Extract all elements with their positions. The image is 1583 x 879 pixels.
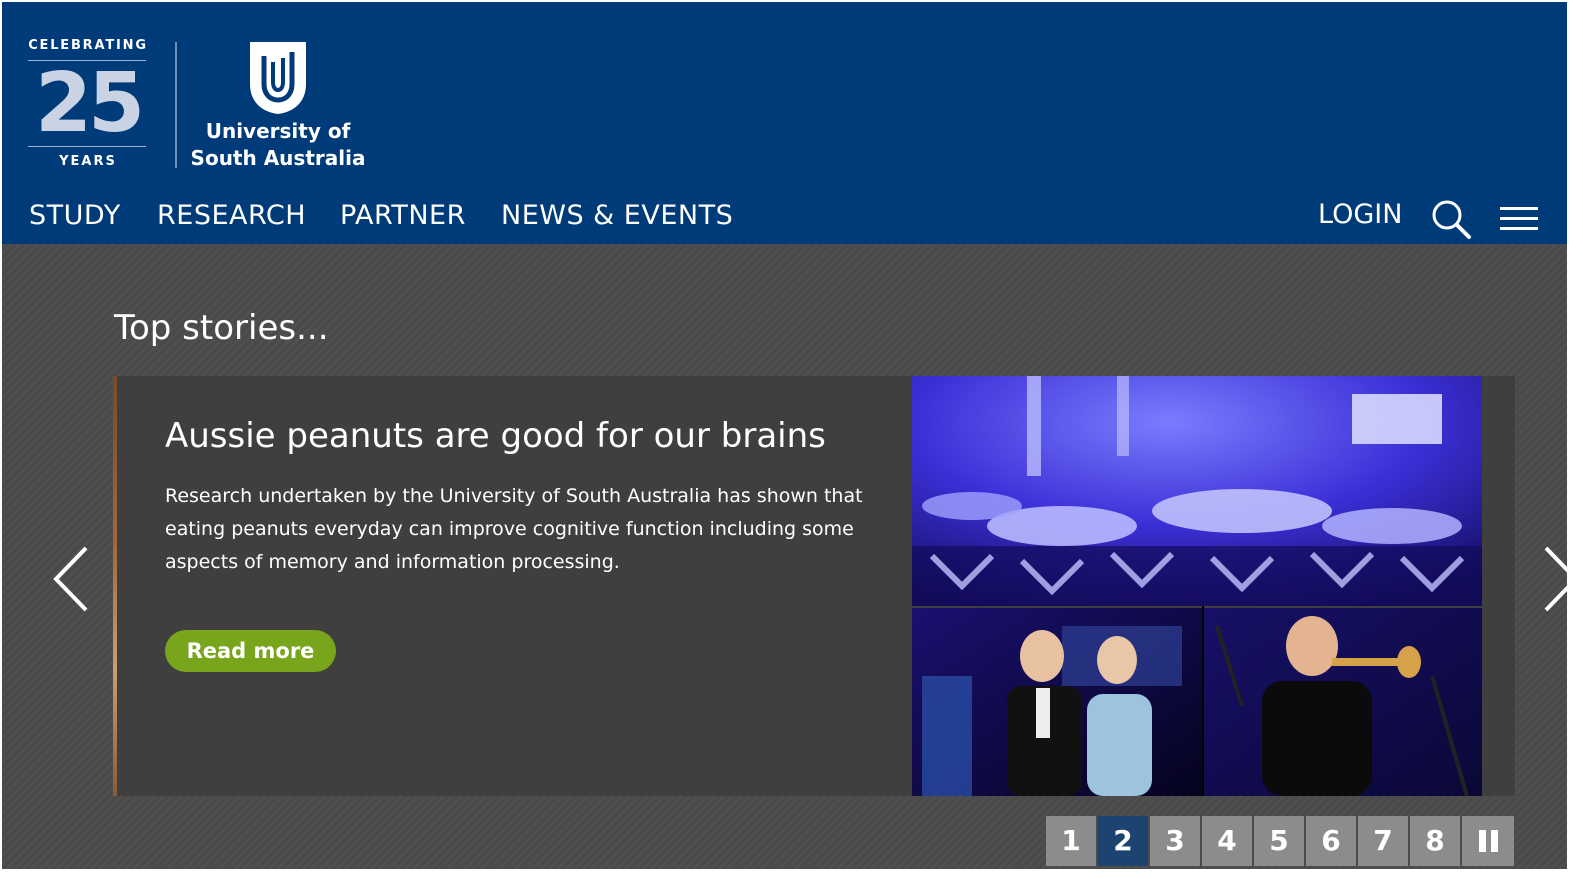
logo-divider (175, 42, 177, 168)
section-title: Top stories... (114, 308, 329, 348)
nav-news-events[interactable]: NEWS & EVENTS (501, 200, 733, 231)
site-header: CELEBRATING 25 YEARS University of South… (2, 2, 1567, 244)
top-stories-section: Top stories... Aussie peanuts are good f… (2, 244, 1567, 869)
pause-button[interactable] (1462, 816, 1514, 866)
anniversary-bottom-text: YEARS (59, 154, 117, 169)
page-button-5[interactable]: 5 (1254, 816, 1304, 866)
story-slide: Aussie peanuts are good for our brains R… (113, 376, 1515, 796)
shield-logo-icon[interactable] (248, 40, 308, 116)
nav-research[interactable]: RESEARCH (157, 200, 306, 231)
anniversary-top-text: CELEBRATING (28, 38, 148, 53)
university-name[interactable]: University of South Australia (188, 118, 368, 172)
page-button-2[interactable]: 2 (1098, 816, 1148, 866)
university-name-line1: University of (205, 119, 351, 143)
chevron-right-icon[interactable] (1540, 544, 1567, 614)
anniversary-rule-bottom (28, 146, 146, 147)
pause-icon-bar (1491, 830, 1498, 852)
story-summary: Research undertaken by the University of… (165, 485, 863, 573)
story-image[interactable] (912, 376, 1482, 796)
login-link[interactable]: LOGIN (1318, 199, 1402, 230)
page-button-3[interactable]: 3 (1150, 816, 1200, 866)
pause-icon (1479, 830, 1486, 852)
university-name-line2: South Australia (190, 146, 366, 170)
page-button-8[interactable]: 8 (1410, 816, 1460, 866)
anniversary-number: 25 (34, 56, 145, 151)
nav-partner[interactable]: PARTNER (340, 200, 466, 231)
story-title[interactable]: Aussie peanuts are good for our brains (165, 416, 826, 456)
slide-edge-accent (113, 376, 117, 796)
menu-icon[interactable] (1500, 204, 1538, 234)
page-button-1[interactable]: 1 (1046, 816, 1096, 866)
nav-study[interactable]: STUDY (29, 200, 121, 231)
read-more-button[interactable]: Read more (165, 630, 336, 672)
anniversary-logo[interactable]: CELEBRATING 25 YEARS (26, 38, 150, 174)
page-frame: CELEBRATING 25 YEARS University of South… (2, 2, 1567, 869)
page-button-7[interactable]: 7 (1358, 816, 1408, 866)
page-button-6[interactable]: 6 (1306, 816, 1356, 866)
chevron-left-icon[interactable] (46, 544, 92, 614)
page-button-4[interactable]: 4 (1202, 816, 1252, 866)
search-icon[interactable] (1430, 198, 1472, 240)
